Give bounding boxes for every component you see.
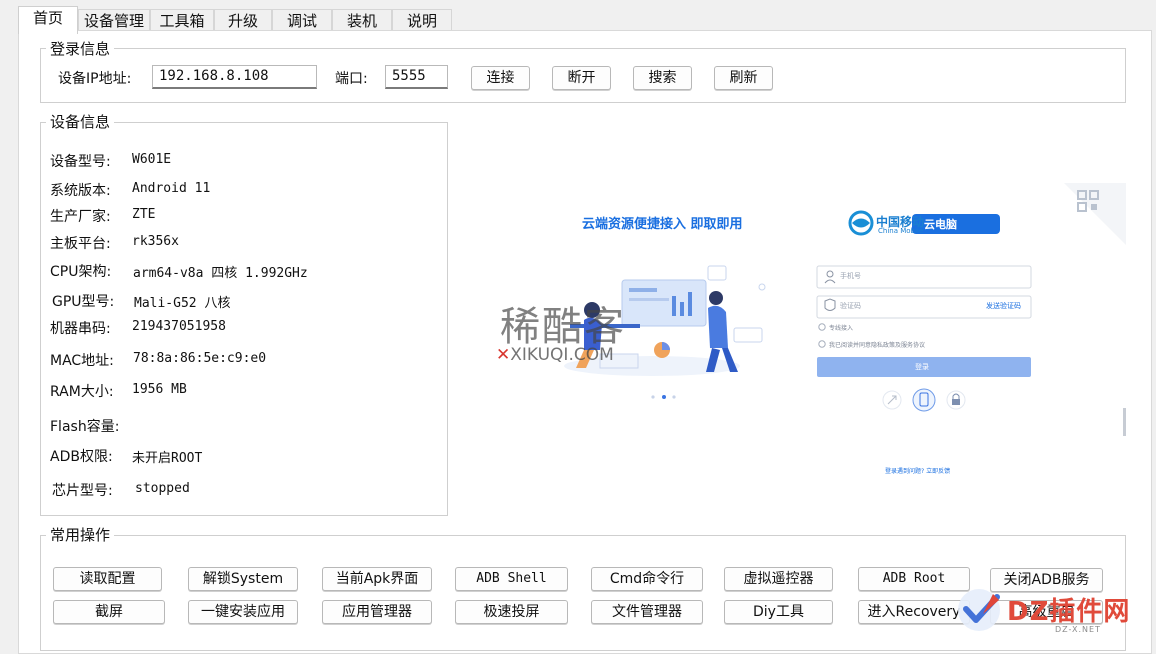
cpu-arch-value: arm64-v8a 四核 1.992GHz xyxy=(133,266,308,281)
login-info-title: 登录信息 xyxy=(46,38,115,59)
connect-button[interactable]: 连接 xyxy=(471,66,530,90)
system-version-value: Android 11 xyxy=(132,181,211,196)
preview-slogan: 云端资源便捷接入 即取即用 xyxy=(582,217,743,232)
dz-logo-icon xyxy=(958,589,1000,631)
tab-upgrade[interactable]: 升级 xyxy=(214,9,272,31)
unlock-system-button[interactable]: 解锁System xyxy=(188,567,298,591)
diy-tools-button[interactable]: Diy工具 xyxy=(724,600,833,624)
tab-debug[interactable]: 调试 xyxy=(272,9,332,31)
fast-cast-button[interactable]: 极速投屏 xyxy=(455,600,568,624)
virtual-remote-button[interactable]: 虚拟遥控器 xyxy=(724,567,833,591)
device-info-title: 设备信息 xyxy=(46,111,115,132)
serial-label: 机器串码: xyxy=(50,321,111,337)
dz-brand-sub: DZ-X.NET xyxy=(1055,625,1101,634)
tab-device-management[interactable]: 设备管理 xyxy=(78,9,150,31)
adb-permission-value: 未开启ROOT xyxy=(132,451,203,466)
dz-plugin-watermark: DZ插件网 DZ-X.NET xyxy=(955,584,1145,644)
ip-input[interactable]: 192.168.8.108 xyxy=(152,65,317,89)
device-model-label: 设备型号: xyxy=(50,154,111,170)
dz-brand-text: DZ插件网 xyxy=(1007,597,1131,627)
search-button[interactable]: 搜索 xyxy=(633,66,692,90)
cpu-arch-label: CPU架构: xyxy=(50,264,112,280)
cloud-pc-badge: 云电脑 xyxy=(924,218,957,231)
mac-label: MAC地址: xyxy=(50,353,114,369)
china-mobile-en: China Mobile xyxy=(878,227,924,235)
common-ops-title: 常用操作 xyxy=(46,524,115,545)
chip-model-label: 芯片型号: xyxy=(52,483,113,499)
adb-permission-label: ADB权限: xyxy=(50,449,113,465)
port-label: 端口: xyxy=(335,71,368,87)
device-screen-preview[interactable]: 云端资源便捷接入 即取即用 中国移动 China Mobile 云电脑 手机号 … xyxy=(472,128,1126,513)
china-mobile-logo xyxy=(848,210,874,236)
mac-value: 78:8a:86:5e:c9:e0 xyxy=(133,351,267,366)
serial-value: 219437051958 xyxy=(132,319,226,334)
system-version-label: 系统版本: xyxy=(50,183,111,199)
chip-model-value: stopped xyxy=(135,481,190,496)
ip-label: 设备IP地址: xyxy=(58,71,132,87)
tab-install[interactable]: 装机 xyxy=(332,9,392,31)
refresh-button[interactable]: 刷新 xyxy=(714,66,773,90)
board-platform-label: 主板平台: xyxy=(50,236,111,252)
tab-toolbox[interactable]: 工具箱 xyxy=(150,9,214,31)
app-manager-button[interactable]: 应用管理器 xyxy=(322,600,432,624)
phone-input[interactable]: 手机号 xyxy=(840,271,861,281)
feedback-link[interactable]: 登录遇到问题? 立即反馈 xyxy=(885,466,950,475)
read-config-button[interactable]: 读取配置 xyxy=(53,567,162,591)
tab-home[interactable]: 首页 xyxy=(18,6,78,34)
current-apk-button[interactable]: 当前Apk界面 xyxy=(322,567,432,591)
ram-label: RAM大小: xyxy=(50,384,114,400)
gpu-model-label: GPU型号: xyxy=(52,294,115,310)
file-manager-button[interactable]: 文件管理器 xyxy=(591,600,703,624)
adb-root-button[interactable]: ADB Root xyxy=(858,567,970,591)
board-platform-value: rk356x xyxy=(132,234,179,249)
code-input[interactable]: 验证码 xyxy=(840,301,861,311)
screenshot-button[interactable]: 截屏 xyxy=(53,600,165,624)
qr-code-icon xyxy=(1064,183,1126,245)
cmd-button[interactable]: Cmd命令行 xyxy=(591,567,703,591)
port-input[interactable]: 5555 xyxy=(385,65,448,89)
line-access-option[interactable]: 专线接入 xyxy=(829,323,853,332)
preview-login-button[interactable]: 登录 xyxy=(915,362,929,372)
gpu-model-value: Mali-G52 八核 xyxy=(134,296,231,311)
watermark-text: 稀酷客 xyxy=(500,304,626,350)
one-click-install-button[interactable]: 一键安装应用 xyxy=(188,600,298,624)
send-code-link[interactable]: 发送验证码 xyxy=(986,301,1021,311)
enter-recovery-button[interactable]: 进入Recovery xyxy=(858,600,970,624)
manufacturer-label: 生产厂家: xyxy=(50,209,111,225)
flash-label: Flash容量: xyxy=(50,419,120,435)
adb-shell-button[interactable]: ADB Shell xyxy=(455,567,568,591)
tab-help[interactable]: 说明 xyxy=(392,9,452,31)
manufacturer-value: ZTE xyxy=(132,207,156,222)
agreement-checkbox[interactable]: 我已阅读并同意隐私政策及服务协议 xyxy=(829,340,925,349)
watermark-url: ✕XIKUQI.COM xyxy=(496,345,614,365)
disconnect-button[interactable]: 断开 xyxy=(552,66,611,90)
device-model-value: W601E xyxy=(132,152,172,167)
ram-value: 1956 MB xyxy=(132,382,187,397)
